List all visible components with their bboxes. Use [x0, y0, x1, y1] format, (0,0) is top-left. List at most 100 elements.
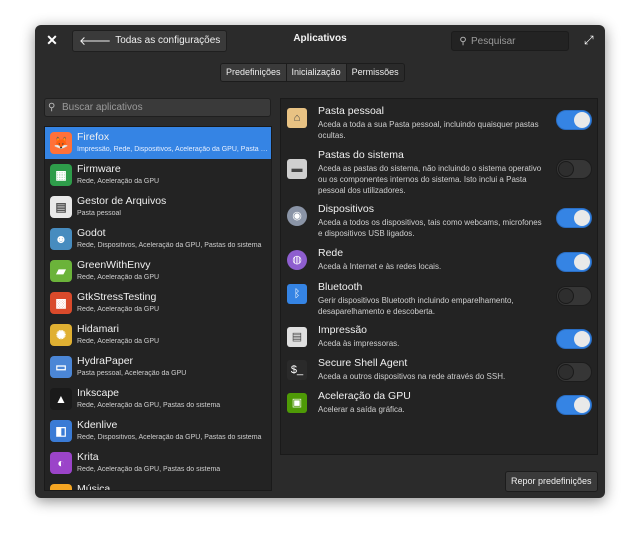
permission-toggle[interactable] [556, 159, 592, 179]
kdenlive-icon: ◧ [50, 420, 72, 442]
app-name: Firmware [77, 163, 121, 175]
permission-toggle[interactable] [556, 252, 592, 272]
app-permissions-summary: Rede, Aceleração da GPU [77, 178, 160, 185]
permission-row: ◉ Dispositivos Aceda a todos os dispositiv… [281, 203, 597, 243]
app-name: Gestor de Arquivos [77, 195, 167, 207]
list-item[interactable]: ▲ Inkscape Rede, Aceleração da GPU, Pastas… [45, 383, 271, 415]
permission-description: Acelerar a saída gráfica. [318, 405, 405, 414]
app-name: Godot [77, 227, 106, 239]
list-item[interactable]: ◐ Krita Rede, Aceleração da GPU, Pastas do… [45, 447, 271, 479]
apps-search-input[interactable] [62, 102, 152, 113]
list-item[interactable]: ▩ GtkStressTesting Rede, Aceleração da GPU [45, 287, 271, 319]
permission-description: Gerir dispositivos Bluetooth incluindo e… [318, 296, 514, 316]
toggle-knob [574, 331, 590, 347]
app-permissions-summary: Impressão, Rede, Dispositivos, Aceleraçã… [77, 146, 269, 153]
settings-window: ✕ 🡐 Todas as configurações Aplicativos ⚲… [35, 25, 605, 498]
toggle-knob [574, 210, 590, 226]
tab-permissoes[interactable]: Permissões [346, 64, 404, 81]
inkscape-icon: ▲ [50, 388, 72, 410]
permissions-pane: ⌂ Pasta pessoal Aceda a toda a sua Pasta p… [280, 98, 598, 455]
list-item[interactable]: ▤ Gestor de Arquivos Pasta pessoal [45, 191, 271, 223]
list-item[interactable]: ▭ HydraPaper Pasta pessoal, Aceleração da … [45, 351, 271, 383]
permission-title: Impressão [318, 324, 368, 336]
toggle-knob [558, 364, 574, 380]
permission-title: Pasta pessoal [318, 105, 384, 117]
app-name: Música [77, 483, 111, 491]
permission-description: Aceda a todos os dispositivos, tais como… [318, 218, 542, 238]
view-switcher: Predefinições Inicialização Permissões [220, 63, 405, 82]
terminal-icon: $_ [287, 360, 307, 380]
drive-icon: ▬ [287, 159, 307, 179]
apps-search-box[interactable]: ⚲ [44, 98, 271, 117]
app-permissions-summary: Rede, Aceleração da GPU [77, 338, 160, 345]
list-item[interactable]: 🦊 Firefox Impressão, Rede, Dispositivos, A… [45, 127, 271, 159]
firmware-icon: ▦ [50, 164, 72, 186]
permission-description: Aceda a toda a sua Pasta pessoal, inclui… [318, 120, 539, 140]
app-permissions-summary: Pasta pessoal, Aceleração da GPU [77, 370, 187, 377]
permission-toggle[interactable] [556, 395, 592, 415]
permission-toggle[interactable] [556, 208, 592, 228]
permission-title: Bluetooth [318, 281, 363, 293]
search-box[interactable]: ⚲ [451, 31, 569, 51]
app-permissions-summary: Rede, Aceleração da GPU, Pastas do siste… [77, 402, 221, 409]
gpu-icon: ▣ [287, 393, 307, 413]
firefox-icon: 🦊 [50, 132, 72, 154]
list-item[interactable]: ☻ Godot Rede, Dispositivos, Aceleração da … [45, 223, 271, 255]
permission-title: Rede [318, 247, 344, 259]
permission-description: Aceda à Internet e às redes locais. [318, 262, 442, 271]
search-icon: ⚲ [48, 102, 56, 113]
webcam-icon: ◉ [287, 206, 307, 226]
permission-title: Secure Shell Agent [318, 357, 408, 369]
reset-defaults-button[interactable]: Repor predefinições [505, 471, 598, 492]
app-name: Kdenlive [77, 419, 118, 431]
permission-title: Pastas do sistema [318, 149, 404, 161]
toggle-knob [558, 161, 574, 177]
app-name: Hidamari [77, 323, 120, 335]
toggle-knob [558, 288, 574, 304]
home-folder-icon: ⌂ [287, 108, 307, 128]
hidamari-icon: ✺ [50, 324, 72, 346]
permission-row: ⌂ Pasta pessoal Aceda a toda a sua Pasta p… [281, 105, 597, 145]
app-list[interactable]: 🦊 Firefox Impressão, Rede, Dispositivos, A… [44, 126, 272, 491]
music-icon: ♪ [50, 484, 72, 490]
hydrapaper-icon: ▭ [50, 356, 72, 378]
list-item[interactable]: ♪ Música [45, 479, 271, 491]
apps-pane: ⚲ 🦊 Firefox Impressão, Rede, Dispositivos,… [44, 98, 272, 491]
bluetooth-icon: ᛒ [287, 284, 307, 304]
app-permissions-summary: Rede, Dispositivos, Aceleração da GPU, P… [77, 242, 262, 249]
toggle-knob [574, 254, 590, 270]
tab-inicializacao[interactable]: Inicialização [286, 64, 347, 81]
permission-title: Aceleração da GPU [318, 390, 411, 402]
permission-description: Aceda às impressoras. [318, 339, 400, 348]
app-name: HydraPaper [77, 355, 134, 367]
permission-title: Dispositivos [318, 203, 375, 215]
app-permissions-summary: Rede, Aceleração da GPU, Pastas do siste… [77, 466, 221, 473]
gtkstresstesting-icon: ▩ [50, 292, 72, 314]
network-icon: ◍ [287, 250, 307, 270]
list-item[interactable]: ◧ Kdenlive Rede, Dispositivos, Aceleração … [45, 415, 271, 447]
permission-toggle[interactable] [556, 329, 592, 349]
permission-toggle[interactable] [556, 286, 592, 306]
list-item[interactable]: ▰ GreenWithEnvy Rede, Aceleração da GPU [45, 255, 271, 287]
search-input[interactable] [471, 35, 561, 47]
app-permissions-summary: Rede, Dispositivos, Aceleração da GPU, P… [77, 434, 262, 441]
app-name: Inkscape [77, 387, 120, 399]
app-permissions-summary: Rede, Aceleração da GPU [77, 306, 160, 313]
greenwithenvy-icon: ▰ [50, 260, 72, 282]
permission-toggle[interactable] [556, 110, 592, 130]
app-name: Firefox [77, 131, 110, 143]
maximize-icon[interactable]: ⤢ [584, 33, 594, 48]
toggle-knob [574, 112, 590, 128]
titlebar: ✕ 🡐 Todas as configurações Aplicativos ⚲… [35, 25, 605, 56]
tab-predefinicoes[interactable]: Predefinições [221, 64, 287, 81]
search-icon: ⚲ [459, 35, 467, 47]
app-name: GtkStressTesting [77, 291, 157, 303]
permission-toggle[interactable] [556, 362, 592, 382]
permission-row: ▣ Aceleração da GPU Acelerar a saída gráfi… [281, 390, 597, 430]
list-item[interactable]: ✺ Hidamari Rede, Aceleração da GPU [45, 319, 271, 351]
app-permissions-summary: Rede, Aceleração da GPU [77, 274, 160, 281]
permission-row: ᛒ Bluetooth Gerir dispositivos Bluetooth i… [281, 281, 597, 321]
list-item[interactable]: ▦ Firmware Rede, Aceleração da GPU [45, 159, 271, 191]
permission-row: ▬ Pastas do sistema Aceda as pastas do sis… [281, 149, 597, 195]
app-permissions-summary: Pasta pessoal [77, 210, 121, 217]
